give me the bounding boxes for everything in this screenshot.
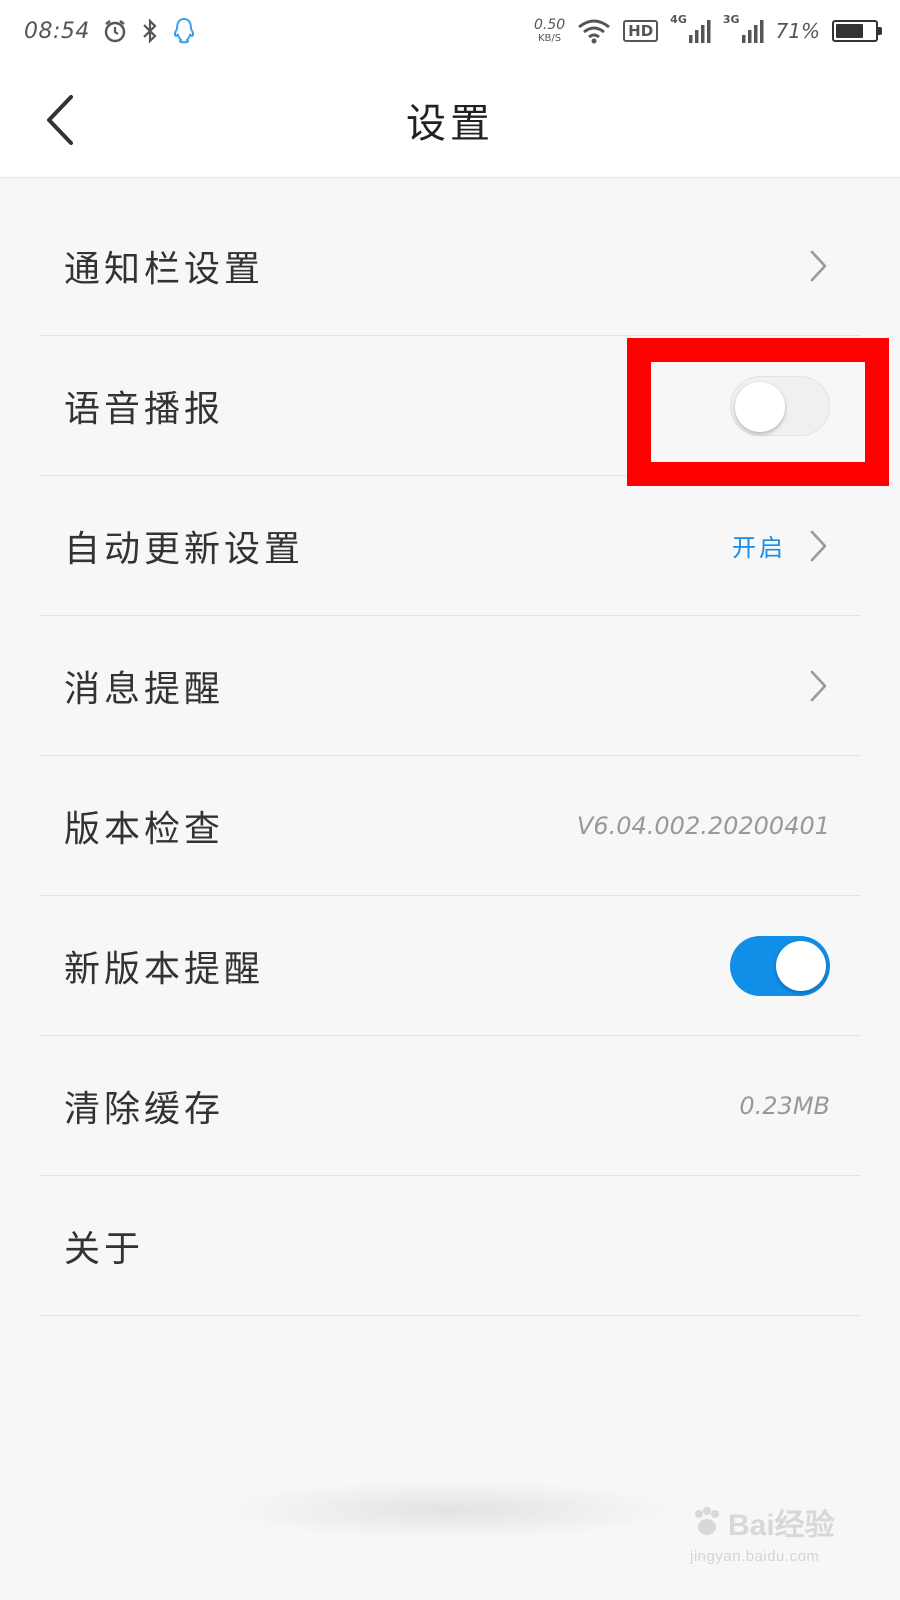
settings-item-right: V6.04.002.20200401 (577, 812, 830, 840)
signal-icon (688, 20, 711, 43)
highlight-annotation-box (627, 338, 889, 486)
hd-badge: HD (623, 20, 659, 42)
bottom-blur (220, 1480, 680, 1540)
status-time: 08:54 (24, 18, 90, 44)
signal-sim2: 3G (723, 13, 764, 43)
settings-item-message-reminder[interactable]: 消息提醒 (40, 616, 860, 756)
qq-icon (172, 17, 196, 45)
settings-item-label: 通知栏设置 (64, 248, 265, 290)
cache-size: 0.23MB (739, 1091, 830, 1120)
status-bar: 08:54 0.50 KB/S HD 4G 3G 71% (0, 0, 900, 62)
sim1-network-tag: 4G (670, 13, 687, 26)
battery-percent: 71% (775, 19, 820, 43)
settings-item-label: 消息提醒 (64, 668, 225, 710)
baidu-jingyan-watermark: Bai经验 jingyan.baidu.com (690, 1500, 860, 1580)
toggle-knob (776, 940, 826, 991)
settings-item-notification-bar[interactable]: 通知栏设置 (40, 196, 860, 336)
battery-fill (836, 24, 863, 38)
app-header: 设置 (0, 62, 900, 178)
sim2-network-tag: 3G (722, 13, 740, 26)
page-title: 设置 (406, 101, 494, 147)
version-number: V6.04.002.20200401 (576, 811, 830, 840)
settings-item-clear-cache[interactable]: 清除缓存 0.23MB (40, 1036, 860, 1176)
wifi-icon (577, 18, 611, 44)
battery-icon (832, 20, 882, 42)
settings-item-label: 关于 (64, 1228, 145, 1270)
new-version-reminder-toggle[interactable] (730, 935, 830, 996)
chevron-right-icon (806, 668, 830, 704)
auto-update-status: 开启 (732, 534, 786, 562)
watermark-url: jingyan.baidu.com (690, 1548, 820, 1565)
settings-item-right (730, 935, 830, 996)
chevron-right-icon (806, 248, 830, 284)
paw-icon (695, 1507, 719, 1535)
bluetooth-icon (140, 18, 160, 44)
alarm-icon (102, 18, 128, 44)
settings-item-label: 版本检查 (64, 808, 225, 850)
settings-item-right: 0.23MB (739, 1092, 830, 1120)
settings-item-label: 清除缓存 (64, 1088, 225, 1130)
settings-item-auto-update[interactable]: 自动更新设置 开启 (40, 476, 860, 616)
status-bar-right: 0.50 KB/S HD 4G 3G 71% (534, 13, 882, 44)
net-speed-value: 0.50 (533, 17, 566, 33)
net-speed: 0.50 KB/S (534, 18, 565, 44)
watermark-brand: Bai经验 (728, 1509, 835, 1542)
settings-item-new-version-reminder: 新版本提醒 (40, 896, 860, 1036)
status-bar-left: 08:54 (24, 17, 196, 45)
signal-sim1: 4G (670, 13, 711, 43)
settings-item-right (806, 248, 830, 284)
settings-item-label: 新版本提醒 (64, 948, 265, 990)
watermark-logo: Bai经验 (690, 1500, 860, 1544)
settings-item-right: 开启 (732, 528, 830, 564)
settings-item-right (806, 668, 830, 704)
signal-icon (741, 20, 764, 43)
settings-item-about[interactable]: 关于 (40, 1176, 860, 1316)
net-speed-unit: KB/S (538, 33, 562, 44)
settings-item-version-check[interactable]: 版本检查 V6.04.002.20200401 (40, 756, 860, 896)
settings-item-label: 自动更新设置 (64, 528, 305, 570)
chevron-right-icon (806, 528, 830, 564)
